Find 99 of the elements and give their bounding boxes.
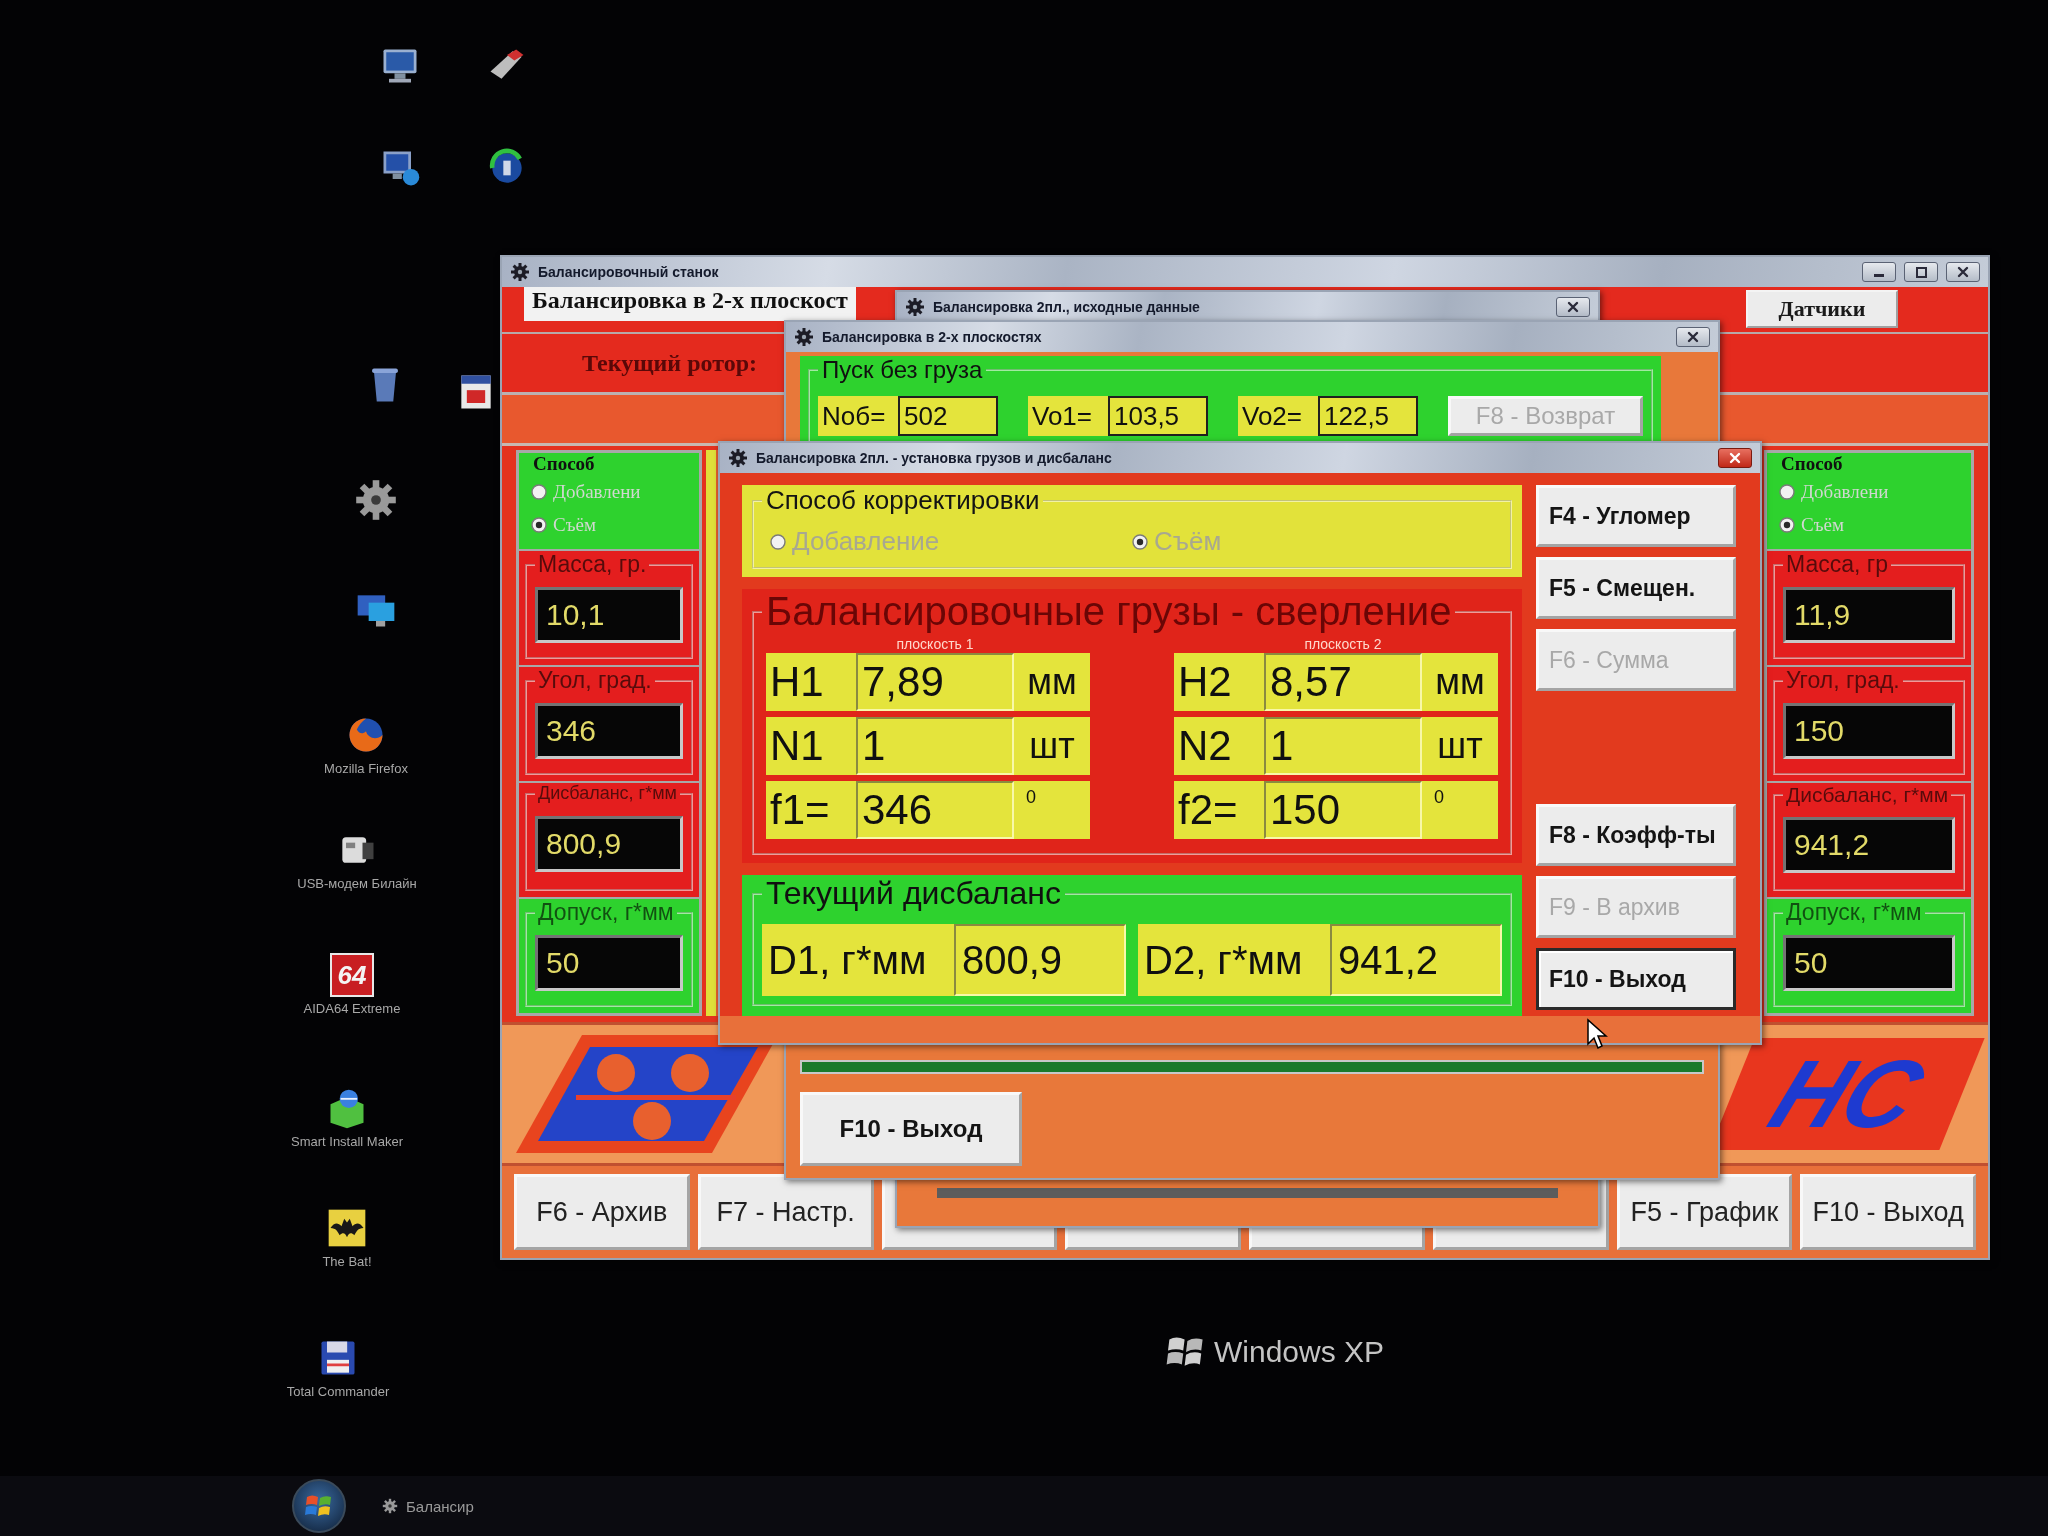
value-field: 800,9 [954, 924, 1126, 996]
minimize-button[interactable] [1862, 262, 1896, 282]
readout-title: Угол, град. [537, 667, 653, 694]
readout-title: Допуск, г*мм [1785, 899, 1923, 926]
icon-label: The Bat! [322, 1254, 372, 1270]
header-title: Балансировка в 2-х плоскост [524, 287, 856, 321]
icon-label: Smart Install Maker [291, 1134, 403, 1150]
value-field: 122,5 [1318, 396, 1418, 436]
close-button[interactable] [1718, 448, 1752, 468]
icon-label: USB-модем Билайн [297, 876, 417, 892]
field-label: H2 [1174, 653, 1264, 711]
field-label: N2 [1174, 717, 1264, 775]
start-button[interactable] [292, 1479, 346, 1533]
close-button[interactable] [1556, 297, 1590, 317]
close-icon [1567, 301, 1579, 313]
function-button[interactable]: F7 - Настр. [697, 1174, 874, 1250]
plane-caption: плоскость 2 [1304, 636, 1382, 653]
field-label: Vo2= [1238, 396, 1318, 436]
readout-value: 346 [535, 702, 683, 759]
group-title: Текущий дисбаланс [765, 875, 1062, 912]
function-button[interactable]: F5 - Смещен. [1536, 557, 1736, 619]
sensors-button[interactable]: Датчики [1746, 290, 1898, 328]
readout-title: Дисбаланс, г*мм [1785, 783, 1950, 807]
readout-title: Дисбаланс, г*мм [537, 783, 678, 804]
exit-button[interactable]: F10 - Выход [800, 1092, 1022, 1166]
value-field: 502 [898, 396, 998, 436]
value-field: 150 [1264, 781, 1422, 839]
close-icon [1687, 331, 1699, 343]
gear-icon [510, 262, 530, 282]
value-field: 346 [856, 781, 1014, 839]
gear-icon[interactable] [354, 478, 398, 522]
group-title: Балансировочные грузы - сверление [765, 589, 1453, 634]
field-label: Vo1= [1028, 396, 1108, 436]
close-icon [1729, 452, 1741, 464]
close-icon [1957, 266, 1969, 278]
readout-title: Угол, град. [1785, 667, 1901, 694]
field-label: H1 [766, 653, 856, 711]
logo-text: НС [1755, 1039, 1939, 1149]
number-tile-icon[interactable]: 64 [330, 953, 374, 997]
close-button[interactable] [1946, 262, 1980, 282]
unit-label: 0 [1422, 781, 1498, 839]
function-button[interactable]: F4 - Угломер [1536, 485, 1736, 547]
unit-label: шт [1422, 717, 1498, 775]
window-title: Балансировка 2пл. - установка грузов и дисбаланс [756, 450, 1113, 466]
field-label: Nоб= [818, 396, 898, 436]
flag-icon [305, 1493, 333, 1519]
unit-label: шт [1014, 717, 1090, 775]
window-title: Балансировка 2пл., исходные данные [933, 299, 1201, 315]
function-button[interactable]: F8 - Коэфф-ты [1536, 804, 1736, 866]
readout-value: 10,1 [535, 586, 683, 643]
unit-label: 0 [1014, 781, 1090, 839]
rotor-label: Текущий ротор: [582, 349, 757, 377]
gear-icon [794, 327, 814, 347]
gear-icon [728, 448, 748, 468]
value-field: 103,5 [1108, 396, 1208, 436]
value-field: 941,2 [1330, 924, 1502, 996]
method-title: Способ [532, 453, 596, 475]
field-label: D2, г*мм [1138, 924, 1330, 996]
function-button[interactable]: F10 - Выход [1536, 948, 1736, 1010]
close-button[interactable] [1676, 327, 1710, 347]
window-title: Балансировка в 2-х плоскостях [822, 329, 1043, 345]
field-label: f1= [766, 781, 856, 839]
value-field: 8,57 [1264, 653, 1422, 711]
readout-value: 150 [1783, 702, 1955, 759]
field-label: f2= [1174, 781, 1264, 839]
gear-icon [905, 297, 925, 317]
unit-label: мм [1422, 653, 1498, 711]
readout-value: 941,2 [1783, 817, 1955, 873]
unit-label: мм [1014, 653, 1090, 711]
readout-title: Масса, гр [1785, 551, 1889, 578]
readout-title: Допуск, г*мм [537, 899, 675, 926]
function-button[interactable]: F6 - Архив [514, 1174, 690, 1250]
mouse-pointer-icon [1586, 1018, 1608, 1050]
function-button[interactable]: F5 - График [1616, 1174, 1793, 1250]
gear-icon [382, 1498, 398, 1514]
icon-label: Total Commander [286, 1384, 390, 1400]
readout-value: 50 [535, 934, 683, 991]
group-title: Пуск без груза [821, 356, 984, 384]
readout-value: 800,9 [535, 815, 683, 872]
minimize-icon [1874, 274, 1884, 277]
method-title: Способ [1780, 453, 1844, 475]
readout-title: Масса, гр. [537, 551, 648, 578]
plane-caption: плоскость 1 [896, 636, 974, 653]
bezel-brand-text: Windows XP [1214, 1335, 1385, 1369]
readout-value: 50 [1783, 934, 1955, 991]
function-button[interactable]: F10 - Выход [1800, 1174, 1976, 1250]
maximize-button[interactable] [1904, 262, 1938, 282]
value-field: 1 [856, 717, 1014, 775]
icon-label: Mozilla Firefox [324, 761, 408, 777]
icon-label: AIDA64 Extreme [303, 1001, 401, 1017]
maximize-icon [1915, 266, 1927, 278]
value-field: 7,89 [856, 653, 1014, 711]
value-field: 1 [1264, 717, 1422, 775]
field-label: N1 [766, 717, 856, 775]
window-title: Балансировочный станок [538, 264, 720, 280]
taskbar-item[interactable]: Балансир [376, 1493, 480, 1519]
field-label: D1, г*мм [762, 924, 954, 996]
group-title: Способ корректировки [765, 485, 1041, 516]
readout-value: 11,9 [1783, 586, 1955, 643]
